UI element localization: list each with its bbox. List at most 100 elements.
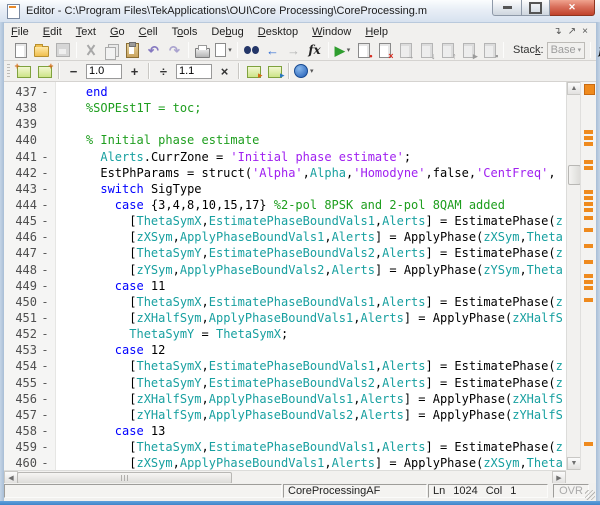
find-button[interactable]	[241, 41, 262, 59]
redo-button[interactable]: ↷	[164, 41, 185, 59]
function-hints-button[interactable]: fx	[304, 41, 325, 59]
line-number: 445	[4, 213, 37, 229]
code-analyzer-marker[interactable]	[584, 216, 593, 220]
gutter-line[interactable]: 442-	[4, 165, 55, 181]
publish-button[interactable]: ▾	[293, 62, 315, 80]
code-analyzer-marker[interactable]	[584, 136, 593, 140]
code-analyzer-marker-bar[interactable]	[580, 82, 596, 470]
gutter-line[interactable]: 448-	[4, 262, 55, 278]
code-analyzer-marker[interactable]	[584, 130, 593, 134]
close-button[interactable]: ✕	[550, 0, 595, 16]
line-number: 447	[4, 245, 37, 261]
menu-go[interactable]: Go	[103, 25, 132, 39]
gutter-line[interactable]: 458-	[4, 423, 55, 439]
evaluate-cell-button[interactable]	[243, 62, 264, 80]
code-analyzer-marker[interactable]	[584, 298, 593, 302]
vertical-scrollbar[interactable]: ▲ ▼	[566, 82, 580, 470]
menu-window[interactable]: Window	[305, 25, 358, 39]
gutter-line[interactable]: 441-	[4, 149, 55, 165]
function-browser-button[interactable]: fx	[594, 41, 600, 59]
insert-cell-divider-button[interactable]	[13, 62, 34, 80]
badge-icon: ×	[388, 52, 393, 61]
increment-value-input[interactable]	[86, 64, 122, 79]
scroll-down-arrow-icon[interactable]: ▼	[567, 457, 581, 470]
toolbar-grip[interactable]	[7, 64, 10, 78]
print-options-button[interactable]: ▾	[213, 41, 234, 59]
undock-icon[interactable]: ↗	[568, 26, 576, 37]
paste-button[interactable]	[122, 41, 143, 59]
menu-tools[interactable]: Tools	[165, 25, 205, 39]
code-analyzer-marker[interactable]	[584, 228, 593, 232]
code-analyzer-marker[interactable]	[584, 166, 593, 170]
divide-value-button[interactable]: ÷	[153, 62, 174, 80]
gutter-line[interactable]: 455-	[4, 375, 55, 391]
run-button[interactable]: ▶▾	[332, 41, 353, 59]
multiply-value-input[interactable]	[176, 64, 212, 79]
set-clear-breakpoint-button[interactable]: •	[353, 41, 374, 59]
code-analyzer-marker[interactable]	[584, 260, 593, 264]
print-button[interactable]	[192, 41, 213, 59]
gutter-line[interactable]: 445-	[4, 213, 55, 229]
horizontal-scrollbar[interactable]: ◀ ▶	[4, 470, 566, 483]
gutter-line[interactable]: 453-	[4, 342, 55, 358]
window-title: Editor - C:\Program Files\TekApplication…	[26, 5, 427, 17]
code-analyzer-marker[interactable]	[584, 286, 593, 290]
scroll-up-arrow-icon[interactable]: ▲	[567, 82, 581, 95]
minimize-button[interactable]	[492, 0, 522, 16]
menu-cell[interactable]: Cell	[132, 25, 165, 39]
code-analyzer-marker[interactable]	[584, 442, 593, 446]
code-analyzer-marker[interactable]	[584, 190, 593, 194]
gutter-line[interactable]: 457-	[4, 407, 55, 423]
code-analyzer-indicator[interactable]	[584, 84, 595, 95]
gutter-line[interactable]: 438	[4, 100, 55, 116]
code-analyzer-marker[interactable]	[584, 160, 593, 164]
resize-grip[interactable]	[585, 490, 595, 500]
gutter-line[interactable]: 437-	[4, 84, 55, 100]
gutter-line[interactable]: 454-	[4, 358, 55, 374]
decrement-value-button[interactable]: −	[63, 62, 84, 80]
gutter-line[interactable]: 451-	[4, 310, 55, 326]
gutter-line[interactable]: 447-	[4, 245, 55, 261]
code-analyzer-marker[interactable]	[584, 208, 593, 212]
new-script-icon	[15, 43, 27, 58]
new-script-button[interactable]	[10, 41, 31, 59]
multiply-value-button[interactable]: ×	[214, 62, 235, 80]
gutter-line[interactable]: 450-	[4, 294, 55, 310]
executable-line-dash: -	[37, 262, 53, 278]
gutter-line[interactable]: 439	[4, 116, 55, 132]
code-analyzer-marker[interactable]	[584, 280, 593, 284]
menu-edit[interactable]: Edit	[36, 25, 69, 39]
code-analyzer-marker[interactable]	[584, 196, 593, 200]
go-back-button[interactable]: ←	[262, 41, 283, 59]
increment-value-button[interactable]: +	[124, 62, 145, 80]
code-analyzer-marker[interactable]	[584, 244, 593, 248]
code-analyzer-marker[interactable]	[584, 142, 593, 146]
menu-debug[interactable]: Debug	[204, 25, 250, 39]
gutter-line[interactable]: 440	[4, 132, 55, 148]
code-analyzer-marker[interactable]	[584, 202, 593, 206]
code-editor[interactable]: end %SOPEst1T = toc; % Initial phase est…	[57, 82, 566, 470]
code-analyzer-marker[interactable]	[584, 274, 593, 278]
gutter-line[interactable]: 444-	[4, 197, 55, 213]
gutter-line[interactable]: 452-	[4, 326, 55, 342]
gutter-line[interactable]: 460-	[4, 455, 55, 471]
gutter-line[interactable]: 456-	[4, 391, 55, 407]
undo-button[interactable]: ↶	[143, 41, 164, 59]
gutter-line[interactable]: 446-	[4, 229, 55, 245]
insert-cell-dividers-button[interactable]	[34, 62, 55, 80]
gutter-line[interactable]: 449-	[4, 278, 55, 294]
gutter-line[interactable]: 459-	[4, 439, 55, 455]
menu-text[interactable]: Text	[69, 25, 103, 39]
close-document-icon[interactable]: ×	[582, 26, 588, 37]
open-file-button[interactable]	[31, 41, 52, 59]
menu-help[interactable]: Help	[358, 25, 395, 39]
menu-file[interactable]: File	[4, 25, 36, 39]
save-button	[52, 41, 73, 59]
dock-arrow-icon[interactable]: ↴	[553, 26, 561, 37]
menu-desktop[interactable]: Desktop	[251, 25, 305, 39]
evaluate-cell-advance-button[interactable]	[264, 62, 285, 80]
clear-all-breakpoints-button[interactable]: ×	[374, 41, 395, 59]
line-number-gutter[interactable]: 437-438439440441-442-443-444-445-446-447…	[4, 82, 56, 470]
gutter-line[interactable]: 443-	[4, 181, 55, 197]
restore-button[interactable]	[522, 0, 550, 16]
